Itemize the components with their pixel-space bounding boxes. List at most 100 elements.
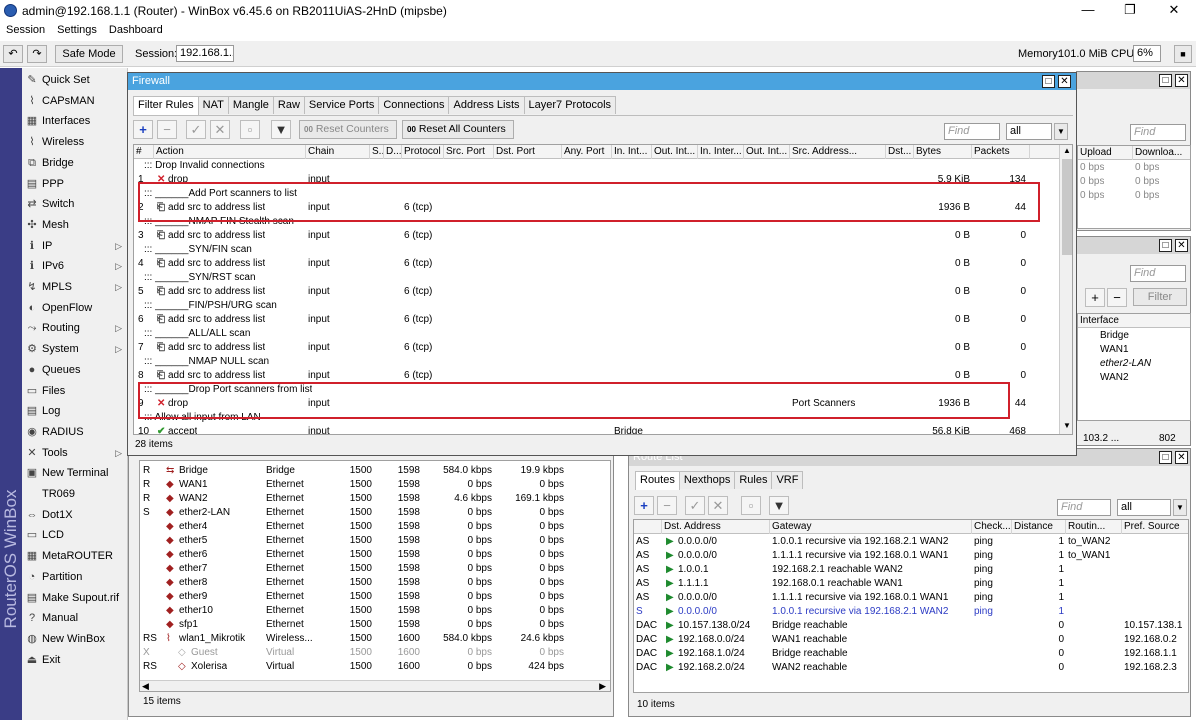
col-num[interactable]: # bbox=[134, 145, 154, 159]
scroll-down-icon[interactable]: ▼ bbox=[1063, 421, 1071, 430]
filter-button[interactable]: Filter bbox=[1133, 288, 1187, 306]
table-row[interactable]: 8 ⎗ add src to address list input 6 (tcp) 0 B… bbox=[134, 369, 1054, 383]
firewall-filter-select[interactable]: all bbox=[1006, 123, 1052, 140]
table-row[interactable]: AS ▶ 1.1.1.1 192.168.0.1 reachable WAN1 ping… bbox=[634, 577, 1188, 591]
table-row[interactable]: AS ▶ 1.0.0.1 192.168.2.1 reachable WAN2 ping… bbox=[634, 563, 1188, 577]
remove-icon[interactable]: − bbox=[157, 120, 177, 139]
close-icon[interactable]: ✕ bbox=[1175, 239, 1188, 252]
maximize-icon[interactable]: □ bbox=[1159, 451, 1172, 464]
col-dst-address[interactable]: Dst. Address bbox=[662, 520, 770, 534]
col-routing-mark[interactable]: Routin... bbox=[1066, 520, 1122, 534]
sidebar-item[interactable]: ● Queues bbox=[24, 360, 128, 380]
tab-raw[interactable]: Raw bbox=[272, 96, 305, 114]
sidebar-item[interactable]: ▭ Files bbox=[24, 381, 128, 401]
sidebar-item[interactable]: ▭ LCD bbox=[24, 525, 128, 545]
scroll-up-icon[interactable]: ▲ bbox=[1063, 146, 1071, 155]
chevron-down-icon[interactable]: ▼ bbox=[1173, 499, 1187, 516]
restore-icon[interactable]: ❐ bbox=[1118, 2, 1142, 18]
filter-icon[interactable]: ▼ bbox=[271, 120, 291, 139]
table-row[interactable]: ◆ ether10 Ethernet 1500 1598 0 bps 0 bps bbox=[140, 604, 610, 618]
tab-connections[interactable]: Connections bbox=[378, 96, 450, 114]
table-row[interactable]: ◆ ether6 Ethernet 1500 1598 0 bps 0 bps bbox=[140, 548, 610, 562]
col-download[interactable]: Downloa... bbox=[1133, 146, 1190, 160]
vertical-scrollbar[interactable]: ▲ ▼ bbox=[1059, 145, 1072, 434]
close-icon[interactable]: ✕ bbox=[1175, 74, 1188, 87]
tab-address-lists[interactable]: Address Lists bbox=[448, 96, 525, 114]
table-row[interactable]: 7 ⎗ add src to address list input 6 (tcp) 0 B… bbox=[134, 341, 1054, 355]
table-row[interactable]: ◆ ether7 Ethernet 1500 1598 0 bps 0 bps bbox=[140, 562, 610, 576]
table-row[interactable]: 5 ⎗ add src to address list input 6 (tcp) 0 B… bbox=[134, 285, 1054, 299]
table-row[interactable]: R ⇆ Bridge Bridge 1500 1598 584.0 kbps 19.9 kbp… bbox=[140, 464, 610, 478]
col-in-interface-list[interactable]: In. Inter... bbox=[698, 145, 744, 159]
sidebar-item[interactable]: ▦ MetaROUTER bbox=[24, 546, 128, 566]
enable-icon[interactable]: ✓ bbox=[186, 120, 206, 139]
col-protocol[interactable]: Protocol bbox=[402, 145, 444, 159]
col-dst[interactable]: Dst... bbox=[886, 145, 914, 159]
col-pref-source[interactable]: Pref. Source bbox=[1122, 520, 1188, 534]
sidebar-item[interactable]: ◉ RADIUS bbox=[24, 422, 128, 442]
table-row[interactable]: ◆ ether9 Ethernet 1500 1598 0 bps 0 bps bbox=[140, 590, 610, 604]
comment-icon[interactable]: ▫ bbox=[741, 496, 761, 515]
sidebar-item[interactable]: ⌇ Wireless bbox=[24, 132, 128, 152]
table-row[interactable]: WAN1 bbox=[1100, 343, 1129, 357]
close-icon[interactable]: ✕ bbox=[1162, 2, 1186, 18]
table-row[interactable]: S ▶ 0.0.0.0/0 1.0.0.1 recursive via 192.168… bbox=[634, 605, 1188, 619]
tab-nat[interactable]: NAT bbox=[197, 96, 229, 114]
table-row[interactable]: RS ⌇ wlan1_Mikrotik Wireless... 1500 1600 584.… bbox=[140, 632, 610, 646]
table-row[interactable]: DAC ▶ 192.168.1.0/24 Bridge reachable 0 192.1… bbox=[634, 647, 1188, 661]
close-icon[interactable]: ✕ bbox=[1175, 451, 1188, 464]
enable-icon[interactable]: ✓ bbox=[685, 496, 705, 515]
menu-session[interactable]: Session bbox=[0, 22, 51, 36]
tab-rules[interactable]: Rules bbox=[734, 471, 773, 489]
col-in-interface[interactable]: In. Int... bbox=[612, 145, 652, 159]
col-chain[interactable]: Chain bbox=[306, 145, 370, 159]
tab-routes[interactable]: Routes bbox=[635, 471, 680, 490]
sidebar-item[interactable]: ▦ Interfaces bbox=[24, 111, 128, 131]
sidebar-item[interactable]: ⇄ Switch bbox=[24, 194, 128, 214]
table-row[interactable]: X ◇ Guest Virtual 1500 1600 0 bps 0 bps bbox=[140, 646, 610, 660]
disable-icon[interactable]: ✕ bbox=[708, 496, 728, 515]
close-icon[interactable]: ✕ bbox=[1058, 75, 1071, 88]
sidebar-item[interactable]: ▤ PPP bbox=[24, 174, 128, 194]
maximize-icon[interactable]: □ bbox=[1159, 239, 1172, 252]
chevron-down-icon[interactable]: ▼ bbox=[1054, 123, 1068, 140]
tab-layer7-protocols[interactable]: Layer7 Protocols bbox=[523, 96, 617, 114]
sidebar-item[interactable]: TR069 bbox=[24, 484, 128, 504]
maximize-icon[interactable]: □ bbox=[1042, 75, 1055, 88]
table-row[interactable]: 10 ✔ accept input Bridge 56.8 KiB 468 bbox=[134, 425, 1054, 434]
comment-icon[interactable]: ▫ bbox=[240, 120, 260, 139]
table-row[interactable]: ◆ ether5 Ethernet 1500 1598 0 bps 0 bps bbox=[140, 534, 610, 548]
menu-dashboard[interactable]: Dashboard bbox=[103, 22, 169, 36]
table-row[interactable]: AS ▶ 0.0.0.0/0 1.1.1.1 recursive via 192.16… bbox=[634, 549, 1188, 563]
table-row[interactable]: DAC ▶ 10.157.138.0/24 Bridge reachable 0 10.1… bbox=[634, 619, 1188, 633]
col-bytes[interactable]: Bytes bbox=[914, 145, 972, 159]
table-row[interactable]: R ◆ WAN2 Ethernet 1500 1598 4.6 kbps 169.1 kbps bbox=[140, 492, 610, 506]
table-row[interactable]: 3 ⎗ add src to address list input 6 (tcp) 0 B… bbox=[134, 229, 1054, 243]
sidebar-item[interactable]: ▤ Make Supout.rif bbox=[24, 588, 128, 608]
col-dst-port[interactable]: Dst. Port bbox=[494, 145, 562, 159]
col-packets[interactable]: Packets bbox=[972, 145, 1030, 159]
table-row[interactable]: Bridge bbox=[1100, 329, 1129, 343]
col-out-interface[interactable]: Out. Int... bbox=[652, 145, 698, 159]
col-d[interactable]: D... bbox=[384, 145, 402, 159]
firewall-find-input[interactable]: Find bbox=[944, 123, 1000, 140]
redo-button[interactable]: ↷ bbox=[27, 45, 47, 63]
add-icon[interactable]: + bbox=[1085, 288, 1105, 307]
lock-icon[interactable]: ■ bbox=[1174, 45, 1192, 63]
bg-find-input[interactable]: Find bbox=[1130, 124, 1186, 141]
sidebar-item[interactable]: ✣ Mesh bbox=[24, 215, 128, 235]
col-action[interactable]: Action bbox=[154, 145, 306, 159]
session-field[interactable]: 192.168.1.1 bbox=[176, 45, 234, 62]
route-find-input[interactable]: Find bbox=[1057, 499, 1111, 516]
sidebar-item[interactable]: ✕ Tools ▷ bbox=[24, 443, 128, 463]
col-distance[interactable]: Distance bbox=[1012, 520, 1066, 534]
table-row[interactable]: R ◆ WAN1 Ethernet 1500 1598 0 bps 0 bps bbox=[140, 478, 610, 492]
table-row[interactable]: AS ▶ 0.0.0.0/0 1.1.1.1 recursive via 192.16… bbox=[634, 591, 1188, 605]
filter-icon[interactable]: ▼ bbox=[769, 496, 789, 515]
sidebar-item[interactable]: ⏏ Exit bbox=[24, 650, 128, 670]
table-row[interactable]: ◆ ether4 Ethernet 1500 1598 0 bps 0 bps bbox=[140, 520, 610, 534]
table-row[interactable]: 4 ⎗ add src to address list input 6 (tcp) 0 B… bbox=[134, 257, 1054, 271]
remove-icon[interactable]: − bbox=[1107, 288, 1127, 307]
col-s[interactable]: S... bbox=[370, 145, 384, 159]
sidebar-item[interactable]: ◐ OpenFlow bbox=[24, 298, 128, 318]
